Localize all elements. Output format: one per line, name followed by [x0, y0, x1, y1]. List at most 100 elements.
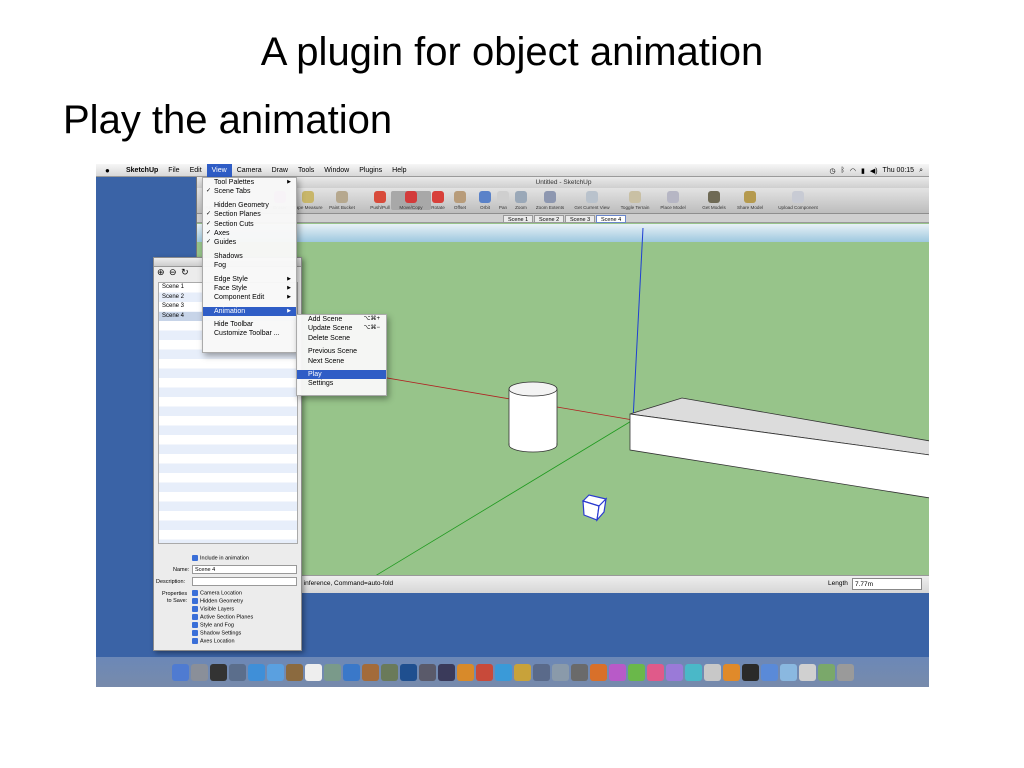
property-checkbox[interactable]: Visible Layers: [192, 606, 234, 612]
address-book-icon[interactable]: [285, 663, 303, 681]
viewport-3d-scene[interactable]: [197, 223, 929, 575]
menu-item-shadows[interactable]: Shadows: [203, 252, 296, 261]
time-machine-icon[interactable]: ◷: [830, 167, 836, 175]
app-icon[interactable]: [665, 663, 683, 681]
app-icon[interactable]: [551, 663, 569, 681]
tab-scene-4[interactable]: Scene 4: [596, 215, 627, 223]
apple-icon[interactable]: ●: [105, 166, 115, 175]
property-checkbox[interactable]: Hidden Geometry: [192, 598, 243, 604]
include-row[interactable]: Include in animation: [192, 555, 249, 561]
menu-item-guides[interactable]: ✓ Guides: [203, 238, 296, 247]
menu-plugins[interactable]: Plugins: [354, 164, 387, 177]
app-icon[interactable]: [741, 663, 759, 681]
safari-icon[interactable]: [247, 663, 265, 681]
property-checkbox[interactable]: Active Section Planes: [192, 614, 253, 620]
place-model-tool[interactable]: Place Model: [653, 191, 693, 210]
app-icon[interactable]: [494, 663, 512, 681]
app-icon[interactable]: [513, 663, 531, 681]
app-icon[interactable]: [627, 663, 645, 681]
clock[interactable]: Thu 00:15: [883, 167, 915, 174]
photoshop-icon[interactable]: [399, 663, 417, 681]
get-current-view-tool[interactable]: Get Current View: [572, 191, 612, 210]
wifi-icon[interactable]: ◠: [850, 167, 856, 175]
dashboard-icon[interactable]: [209, 663, 227, 681]
paint-bucket-tool[interactable]: Paint Bucket: [322, 191, 362, 210]
menu-camera[interactable]: Camera: [232, 164, 267, 177]
app-icon[interactable]: [817, 663, 835, 681]
app-icon[interactable]: [418, 663, 436, 681]
property-checkbox[interactable]: Shadow Settings: [192, 630, 241, 636]
app-icon[interactable]: [684, 663, 702, 681]
menu-item-section-cuts[interactable]: ✓ Section Cuts: [203, 220, 296, 229]
menu-item-next-scene[interactable]: Next Scene: [297, 357, 386, 366]
description-input[interactable]: [192, 577, 297, 586]
app-icon[interactable]: [361, 663, 379, 681]
small-cube[interactable]: [581, 494, 608, 522]
menu-item-fog[interactable]: Fog: [203, 261, 296, 270]
tab-scene-3[interactable]: Scene 3: [565, 215, 596, 223]
app-icon[interactable]: [779, 663, 797, 681]
menu-item-customize-toolbar[interactable]: Customize Toolbar ...: [203, 329, 296, 338]
app-icon[interactable]: [456, 663, 474, 681]
menu-item-tool-palettes[interactable]: Tool Palettes ▶: [203, 178, 296, 187]
toggle-terrain-tool[interactable]: Toggle Terrain: [615, 191, 655, 210]
menu-app[interactable]: SketchUp: [121, 164, 163, 177]
app-icon[interactable]: [532, 663, 550, 681]
menu-draw[interactable]: Draw: [267, 164, 293, 177]
app-icon[interactable]: [760, 663, 778, 681]
app-icon[interactable]: [798, 663, 816, 681]
menu-help[interactable]: Help: [387, 164, 411, 177]
volume-icon[interactable]: ◀): [870, 167, 878, 175]
property-checkbox[interactable]: Axes Location: [192, 638, 235, 644]
property-checkbox[interactable]: Style and Fog: [192, 622, 234, 628]
menu-item-animation[interactable]: Animation ▶: [203, 306, 296, 317]
property-checkbox[interactable]: Camera Location: [192, 590, 242, 596]
menu-item-update-scene[interactable]: Update Scene ⌥⌘−: [297, 324, 386, 333]
ical-icon[interactable]: [304, 663, 322, 681]
menu-item-edge-style[interactable]: Edge Style ▶: [203, 275, 296, 284]
app-icon[interactable]: [475, 663, 493, 681]
cylinder[interactable]: [508, 381, 558, 453]
app-icon[interactable]: [608, 663, 626, 681]
long-box[interactable]: [629, 397, 929, 499]
length-input[interactable]: 7.77m: [852, 578, 922, 590]
menu-item-play[interactable]: Play: [297, 369, 386, 380]
battery-icon[interactable]: ▮: [861, 167, 865, 175]
menu-item-hide-toolbar[interactable]: Hide Toolbar: [203, 320, 296, 329]
app-icon[interactable]: [646, 663, 664, 681]
menu-tools[interactable]: Tools: [293, 164, 319, 177]
tab-scene-2[interactable]: Scene 2: [534, 215, 565, 223]
name-input[interactable]: Scene 4: [192, 565, 297, 574]
firefox-icon[interactable]: [589, 663, 607, 681]
menu-view[interactable]: View: [206, 164, 232, 177]
vlc-icon[interactable]: [722, 663, 740, 681]
menu-item-previous-scene[interactable]: Previous Scene: [297, 347, 386, 356]
app-icon[interactable]: [570, 663, 588, 681]
get-models-tool[interactable]: Get Models: [694, 191, 734, 210]
menu-item-delete-scene[interactable]: Delete Scene: [297, 334, 386, 343]
app-icon[interactable]: [380, 663, 398, 681]
bluetooth-icon[interactable]: ᛒ: [841, 167, 845, 174]
tab-scene-1[interactable]: Scene 1: [503, 215, 534, 223]
menu-item-face-style[interactable]: Face Style ▶: [203, 284, 296, 293]
after-effects-icon[interactable]: [437, 663, 455, 681]
ichat-icon[interactable]: [266, 663, 284, 681]
system-preferences-icon[interactable]: [190, 663, 208, 681]
menu-edit[interactable]: Edit: [185, 164, 207, 177]
iphoto-icon[interactable]: [323, 663, 341, 681]
trash-icon[interactable]: [836, 663, 854, 681]
itunes-icon[interactable]: [342, 663, 360, 681]
spotlight-icon[interactable]: ⌕: [919, 167, 923, 175]
menu-item-scene-tabs[interactable]: ✓ Scene Tabs: [203, 187, 296, 196]
menu-item-add-scene[interactable]: Add Scene ⌥⌘+: [297, 315, 386, 324]
upload-component-tool[interactable]: Upload Component: [768, 191, 828, 210]
menu-file[interactable]: File: [163, 164, 184, 177]
menu-window[interactable]: Window: [319, 164, 354, 177]
mail-icon[interactable]: [228, 663, 246, 681]
app-icon[interactable]: [703, 663, 721, 681]
menu-item-section-planes[interactable]: ✓ Section Planes: [203, 210, 296, 219]
menu-item-settings[interactable]: Settings: [297, 379, 386, 388]
share-model-tool[interactable]: Share Model: [730, 191, 770, 210]
menu-item-component-edit[interactable]: Component Edit ▶: [203, 293, 296, 302]
menu-item-hidden-geometry[interactable]: Hidden Geometry: [203, 201, 296, 210]
